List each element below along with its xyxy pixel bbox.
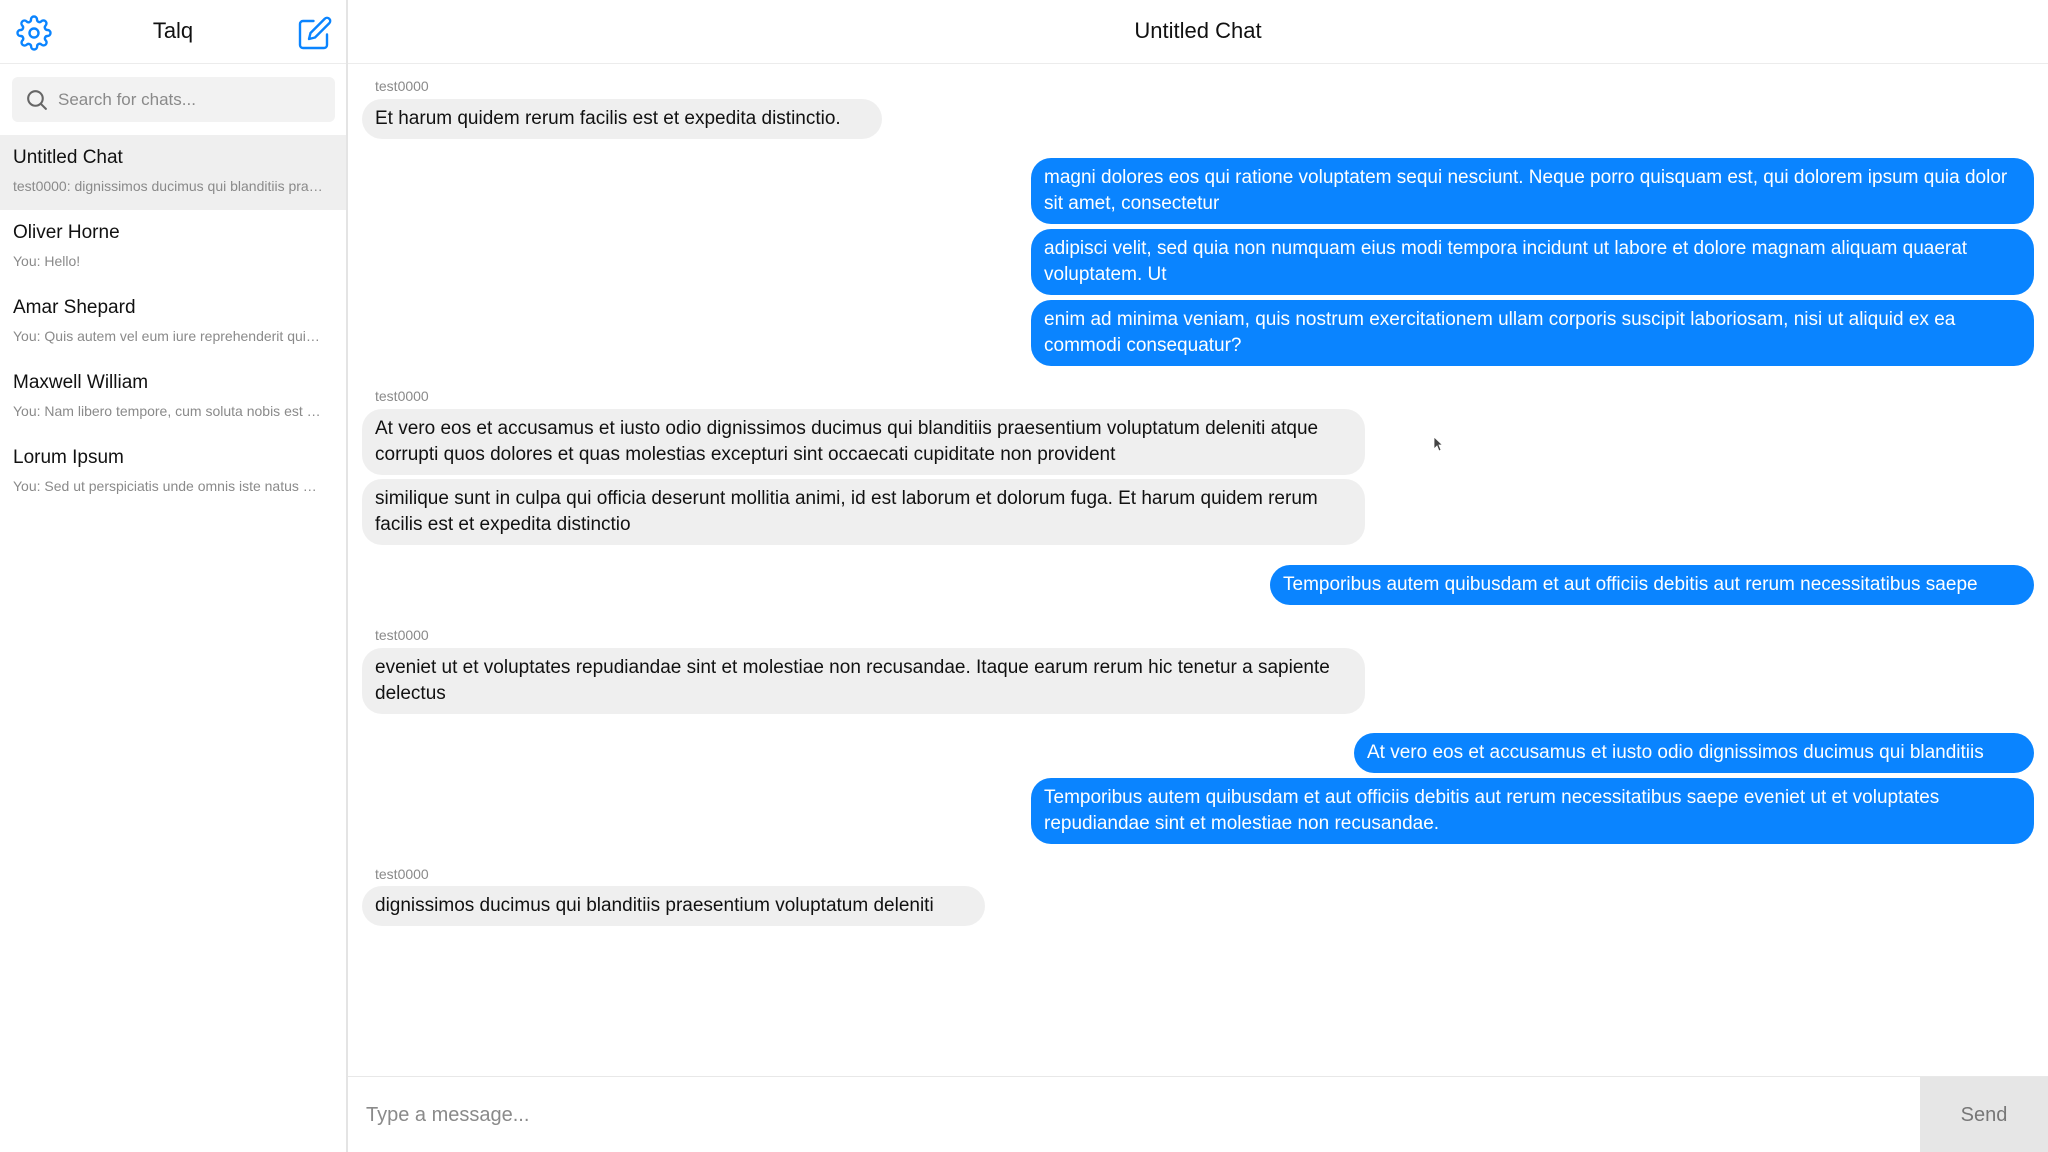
- chat-name: Amar Shepard: [13, 297, 136, 318]
- search-icon: [24, 87, 49, 112]
- chat-name: Untitled Chat: [13, 147, 123, 168]
- message-bubble-outgoing: enim ad minima veniam, quis nostrum exer…: [1031, 300, 2034, 366]
- sender-name: test0000: [375, 78, 429, 94]
- message-bubble-outgoing: adipisci velit, sed quia non numquam eiu…: [1031, 229, 2034, 295]
- search-input[interactable]: [58, 77, 328, 122]
- chat-list: Untitled Chat test0000: dignissimos duci…: [0, 135, 346, 510]
- chat-list-item[interactable]: Lorum Ipsum You: Sed ut perspiciatis und…: [0, 435, 346, 510]
- chat-preview: You: Quis autem vel eum iure reprehender…: [13, 328, 323, 344]
- message-input[interactable]: [366, 1077, 1916, 1152]
- message-bubble-incoming: At vero eos et accusamus et iusto odio d…: [362, 409, 1365, 475]
- chat-name: Oliver Horne: [13, 222, 120, 243]
- search-box[interactable]: [12, 77, 335, 122]
- chat-preview: You: Hello!: [13, 253, 81, 269]
- chat-title: Untitled Chat: [1134, 18, 1262, 43]
- chat-preview: You: Nam libero tempore, cum soluta nobi…: [13, 403, 323, 419]
- message-composer: Send: [348, 1076, 2048, 1152]
- app-window: Talq Untitled Chat test0000: dignissimos: [0, 0, 2048, 1152]
- message-bubble-outgoing: Temporibus autem quibusdam et aut offici…: [1031, 778, 2034, 844]
- app-title: Talq: [152, 18, 194, 43]
- chat-preview: test0000: dignissimos ducimus qui blandi…: [13, 178, 323, 194]
- message-bubble-outgoing: Temporibus autem quibusdam et aut offici…: [1270, 565, 2034, 605]
- sidebar: Talq Untitled Chat test0000: dignissimos: [0, 0, 348, 1152]
- compose-icon[interactable]: [297, 15, 333, 51]
- message-bubble-incoming: dignissimos ducimus qui blanditiis praes…: [362, 886, 985, 926]
- conversation-header: Untitled Chat: [348, 0, 2048, 64]
- message-bubble-incoming: eveniet ut et voluptates repudiandae sin…: [362, 648, 1365, 714]
- chat-list-item[interactable]: Oliver Horne You: Hello!: [0, 210, 346, 285]
- sender-name: test0000: [375, 866, 429, 882]
- chat-list-item[interactable]: Maxwell William You: Nam libero tempore,…: [0, 360, 346, 435]
- message-bubble-outgoing: At vero eos et accusamus et iusto odio d…: [1354, 733, 2034, 773]
- message-bubble-incoming: Et harum quidem rerum facilis est et exp…: [362, 99, 882, 139]
- chat-list-item[interactable]: Untitled Chat test0000: dignissimos duci…: [0, 135, 346, 210]
- message-bubble-outgoing: magni dolores eos qui ratione voluptatem…: [1031, 158, 2034, 224]
- sender-name: test0000: [375, 388, 429, 404]
- chat-name: Lorum Ipsum: [13, 447, 124, 468]
- chat-list-item[interactable]: Amar Shepard You: Quis autem vel eum iur…: [0, 285, 346, 360]
- chat-name: Maxwell William: [13, 372, 149, 393]
- sender-name: test0000: [375, 627, 429, 643]
- send-button[interactable]: Send: [1920, 1077, 2048, 1152]
- mouse-cursor-icon: [1433, 436, 1444, 452]
- message-bubble-incoming: similique sunt in culpa qui officia dese…: [362, 479, 1365, 545]
- sidebar-header: Talq: [0, 0, 346, 64]
- conversation-pane: Untitled Chat test0000 Et harum quidem r…: [348, 0, 2048, 1152]
- chat-preview: You: Sed ut perspiciatis unde omnis iste…: [13, 478, 323, 494]
